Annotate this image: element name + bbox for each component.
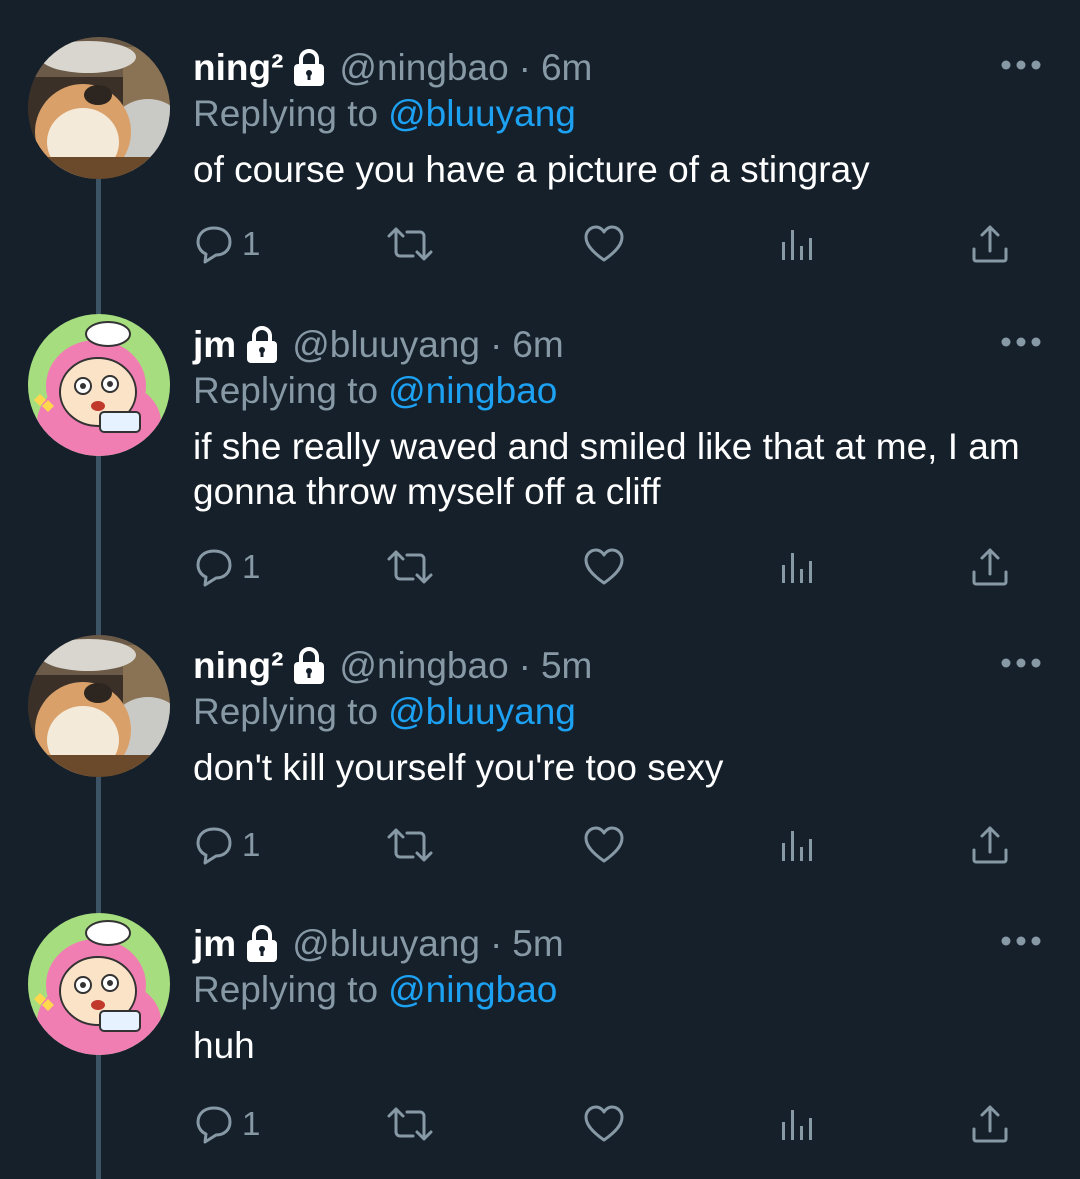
reply-button[interactable]: 1 (194, 1100, 260, 1148)
dog-avatar-image (28, 37, 170, 179)
dog-avatar-image (28, 635, 170, 777)
share-icon (972, 225, 1008, 263)
share-icon (972, 548, 1008, 586)
reply-count: 1 (242, 225, 261, 262)
timestamp[interactable]: 5m (541, 641, 592, 691)
replying-to: Replying to @bluuyang (193, 89, 576, 139)
share-button[interactable] (970, 543, 1010, 591)
analytics-button[interactable] (779, 220, 815, 268)
reply-button[interactable]: 1 (194, 543, 260, 591)
like-icon (584, 548, 624, 585)
reply-button[interactable]: 1 (194, 821, 260, 869)
share-icon (972, 1105, 1008, 1143)
replying-to-mention[interactable]: @ningbao (388, 969, 557, 1010)
replying-to-label: Replying to (193, 370, 379, 411)
like-button[interactable] (583, 1100, 625, 1148)
timestamp[interactable]: 6m (541, 43, 592, 93)
lock-icon (244, 325, 280, 365)
cartoon-avatar-image (28, 314, 170, 456)
lock-icon (291, 48, 327, 88)
lock-icon (291, 646, 327, 686)
more-options-icon[interactable] (1000, 336, 1042, 348)
reply-count: 1 (242, 548, 261, 585)
display-name[interactable]: jm (193, 320, 236, 370)
replying-to-label: Replying to (193, 691, 379, 732)
reply-count: 1 (242, 1105, 261, 1142)
tweet-text: of course you have a picture of a stingr… (193, 149, 870, 190)
analytics-icon (782, 230, 812, 260)
display-name[interactable]: ning² (193, 43, 283, 93)
tweet-text: don't kill yourself you're too sexy (193, 747, 724, 788)
replying-to: Replying to @bluuyang (193, 687, 576, 737)
replying-to-mention[interactable]: @bluuyang (388, 691, 576, 732)
retweet-icon (387, 227, 433, 261)
share-icon (972, 826, 1008, 864)
like-button[interactable] (583, 220, 625, 268)
retweet-button[interactable] (385, 1100, 435, 1148)
tweet-actions: 1 (0, 821, 1080, 869)
retweet-button[interactable] (385, 543, 435, 591)
display-name[interactable]: ning² (193, 641, 283, 691)
share-button[interactable] (970, 220, 1010, 268)
avatar[interactable] (28, 635, 170, 777)
tweet-actions: 1 (0, 543, 1080, 591)
user-handle[interactable]: @ningbao (339, 641, 508, 691)
timestamp[interactable]: 5m (512, 919, 563, 969)
replying-to: Replying to @ningbao (193, 965, 557, 1015)
retweet-button[interactable] (385, 821, 435, 869)
tweet-text: huh (193, 1025, 255, 1066)
lock-icon (244, 924, 280, 964)
like-button[interactable] (583, 543, 625, 591)
analytics-button[interactable] (779, 543, 815, 591)
share-button[interactable] (970, 821, 1010, 869)
reply-button[interactable]: 1 (194, 220, 260, 268)
reply-icon (196, 226, 232, 264)
replying-to: Replying to @ningbao (193, 366, 557, 416)
tweet-text: if she really waved and smiled like that… (193, 426, 1020, 512)
reply-count: 1 (242, 826, 261, 863)
replying-to-label: Replying to (193, 93, 379, 134)
more-options-icon[interactable] (1000, 59, 1042, 71)
analytics-icon (782, 831, 812, 861)
avatar[interactable] (28, 314, 170, 456)
tweet-actions: 1 (0, 1100, 1080, 1148)
retweet-icon (387, 828, 433, 862)
retweet-icon (387, 550, 433, 584)
analytics-button[interactable] (779, 821, 815, 869)
more-options-icon[interactable] (1000, 657, 1042, 669)
retweet-button[interactable] (385, 220, 435, 268)
analytics-button[interactable] (779, 1100, 815, 1148)
retweet-icon (387, 1107, 433, 1141)
separator-dot: · (489, 324, 503, 365)
display-name[interactable]: jm (193, 919, 236, 969)
analytics-icon (782, 1110, 812, 1140)
more-options-icon[interactable] (1000, 935, 1042, 947)
avatar[interactable] (28, 913, 170, 1055)
replying-to-label: Replying to (193, 969, 379, 1010)
replying-to-mention[interactable]: @bluuyang (388, 93, 576, 134)
like-button[interactable] (583, 821, 625, 869)
separator-dot: · (489, 923, 503, 964)
separator-dot: · (518, 47, 531, 88)
analytics-icon (782, 553, 812, 583)
separator-dot: · (518, 645, 531, 686)
reply-icon (196, 549, 232, 587)
user-handle[interactable]: @ningbao (339, 43, 508, 93)
user-handle[interactable]: @bluuyang (292, 320, 480, 370)
reply-icon (196, 1106, 232, 1144)
timestamp[interactable]: 6m (512, 320, 563, 370)
tweet-actions: 1 (0, 220, 1080, 268)
cartoon-avatar-image (28, 913, 170, 1055)
like-icon (584, 826, 624, 863)
replying-to-mention[interactable]: @ningbao (388, 370, 557, 411)
like-icon (584, 225, 624, 262)
user-handle[interactable]: @bluuyang (292, 919, 480, 969)
share-button[interactable] (970, 1100, 1010, 1148)
like-icon (584, 1105, 624, 1142)
avatar[interactable] (28, 37, 170, 179)
reply-icon (196, 827, 232, 865)
